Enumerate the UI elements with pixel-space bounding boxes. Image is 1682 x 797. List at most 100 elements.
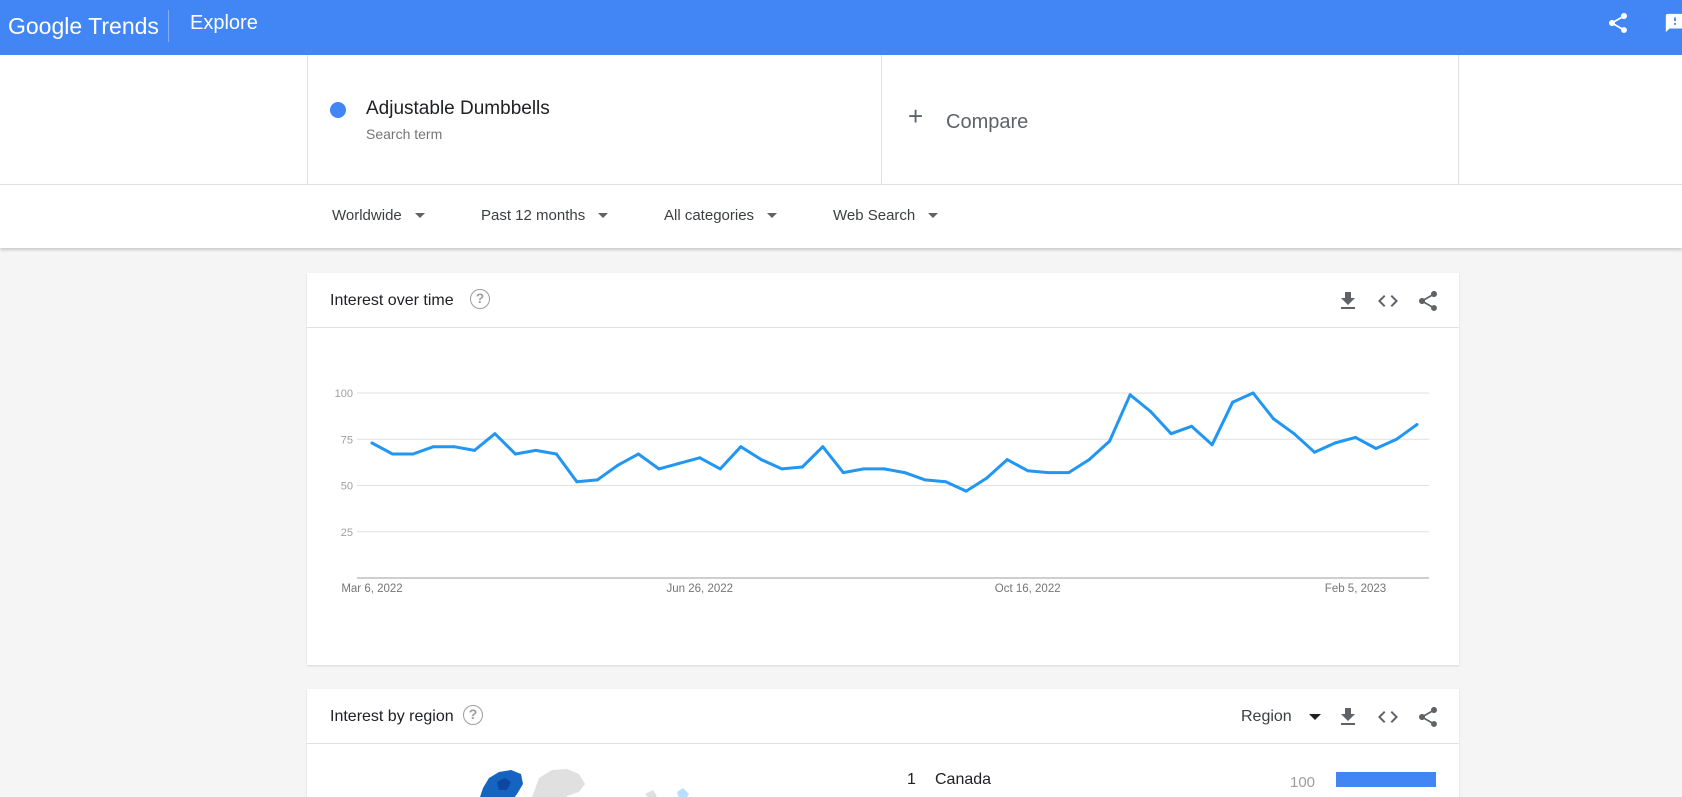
- data-point[interactable]: [493, 432, 497, 436]
- data-point[interactable]: [1210, 443, 1214, 447]
- data-point[interactable]: [554, 452, 558, 456]
- data-point[interactable]: [411, 452, 415, 456]
- data-point[interactable]: [739, 445, 743, 449]
- data-point[interactable]: [575, 480, 579, 484]
- share-icon[interactable]: [1416, 289, 1440, 313]
- data-point[interactable]: [1272, 417, 1276, 421]
- data-point[interactable]: [759, 458, 763, 462]
- region-rank: 1: [907, 771, 916, 788]
- data-point[interactable]: [718, 467, 722, 471]
- data-point[interactable]: [1149, 410, 1153, 413]
- y-tick-label: 75: [341, 434, 353, 446]
- data-point[interactable]: [513, 452, 517, 456]
- data-point[interactable]: [1026, 469, 1030, 473]
- card-title: Interest by region: [330, 708, 454, 725]
- data-point[interactable]: [473, 448, 476, 452]
- logo-google-text: Google: [8, 13, 83, 39]
- compare-label: Compare: [946, 111, 1029, 133]
- data-point[interactable]: [391, 452, 394, 456]
- data-point[interactable]: [1046, 471, 1050, 475]
- resolution-dropdown[interactable]: Region: [1241, 708, 1321, 726]
- data-point[interactable]: [800, 465, 804, 469]
- data-point[interactable]: [1128, 393, 1132, 397]
- data-point[interactable]: [1108, 439, 1112, 443]
- compare-button[interactable]: + Compare: [882, 55, 1459, 184]
- data-point[interactable]: [780, 467, 784, 471]
- data-point[interactable]: [964, 489, 968, 493]
- data-point[interactable]: [882, 467, 886, 471]
- resolution-dropdown-label: Region: [1241, 708, 1292, 725]
- data-point[interactable]: [1395, 437, 1398, 441]
- data-point[interactable]: [985, 476, 989, 480]
- data-point[interactable]: [1169, 432, 1173, 436]
- data-point[interactable]: [1087, 458, 1091, 462]
- category-filter[interactable]: All categories: [664, 207, 778, 224]
- data-point[interactable]: [821, 445, 825, 449]
- filter-bar: Worldwide Past 12 months All categories …: [0, 184, 1682, 248]
- interest-by-region-card: Interest by region ? Region 1 Canada 100: [307, 689, 1459, 797]
- data-point[interactable]: [1292, 432, 1296, 436]
- interest-over-time-chart[interactable]: 100 75 50 25 Mar 6, 2022 Jun 26, 2022 Oct 16, …: [307, 329, 1459, 659]
- card-title: Interest over time: [330, 292, 454, 309]
- data-point[interactable]: [944, 480, 948, 484]
- data-point[interactable]: [903, 471, 907, 475]
- share-icon[interactable]: [1416, 705, 1440, 729]
- data-point[interactable]: [1231, 400, 1235, 404]
- data-point[interactable]: [432, 445, 435, 449]
- help-icon[interactable]: ?: [470, 289, 490, 309]
- data-point[interactable]: [862, 467, 866, 471]
- share-icon[interactable]: [1606, 11, 1630, 35]
- data-point[interactable]: [1333, 441, 1337, 445]
- data-point[interactable]: [698, 456, 702, 460]
- data-point[interactable]: [1374, 447, 1378, 450]
- term-color-dot: [330, 102, 346, 118]
- chevron-down-icon: [767, 213, 778, 218]
- region-score: 100: [1290, 774, 1316, 791]
- time-range-filter[interactable]: Past 12 months: [481, 207, 609, 224]
- help-icon[interactable]: ?: [463, 705, 483, 725]
- region-name[interactable]: Canada: [935, 771, 991, 789]
- feedback-icon[interactable]: [1664, 12, 1682, 34]
- x-tick-label: Jun 26, 2022: [667, 583, 734, 595]
- data-point[interactable]: [677, 461, 681, 465]
- search-terms-bar: Adjustable Dumbbells Search term + Compa…: [0, 55, 1682, 184]
- data-point[interactable]: [595, 478, 599, 482]
- embed-code-icon[interactable]: [1376, 705, 1400, 729]
- location-filter-label: Worldwide: [332, 207, 402, 224]
- region-map[interactable]: [467, 764, 727, 797]
- data-point[interactable]: [1415, 423, 1419, 426]
- download-icon[interactable]: [1336, 289, 1360, 313]
- download-icon[interactable]: [1336, 705, 1360, 729]
- page-title: Explore: [190, 12, 258, 34]
- data-point[interactable]: [1354, 435, 1357, 439]
- search-term-card[interactable]: Adjustable Dumbbells Search term: [307, 55, 882, 184]
- search-term-type: Search term: [366, 126, 443, 142]
- series-line[interactable]: [371, 391, 1418, 493]
- chevron-down-icon: [1308, 714, 1321, 720]
- search-type-filter-label: Web Search: [833, 207, 916, 224]
- data-point[interactable]: [370, 441, 374, 445]
- data-point[interactable]: [841, 471, 845, 475]
- category-filter-label: All categories: [664, 207, 755, 224]
- data-point[interactable]: [636, 452, 640, 456]
- google-trends-logo[interactable]: Google Trends: [8, 13, 159, 41]
- data-point[interactable]: [1005, 458, 1009, 462]
- x-tick-label: Oct 16, 2022: [995, 583, 1061, 595]
- chevron-down-icon: [598, 213, 609, 218]
- data-point[interactable]: [452, 445, 456, 449]
- data-point[interactable]: [1313, 450, 1316, 454]
- data-point[interactable]: [657, 467, 661, 471]
- data-point[interactable]: [1067, 471, 1071, 475]
- card-header: Interest over time ?: [307, 273, 1459, 328]
- region-score-bar: [1336, 772, 1436, 787]
- embed-code-icon[interactable]: [1376, 289, 1400, 313]
- x-tick-label: Mar 6, 2022: [341, 583, 402, 595]
- search-type-filter[interactable]: Web Search: [833, 207, 939, 224]
- location-filter[interactable]: Worldwide: [332, 207, 425, 224]
- data-point[interactable]: [534, 448, 538, 452]
- data-point[interactable]: [616, 463, 620, 467]
- top-app-bar: Google Trends Explore: [0, 0, 1682, 55]
- data-point[interactable]: [923, 478, 927, 482]
- data-point[interactable]: [1251, 391, 1255, 395]
- data-point[interactable]: [1190, 424, 1194, 428]
